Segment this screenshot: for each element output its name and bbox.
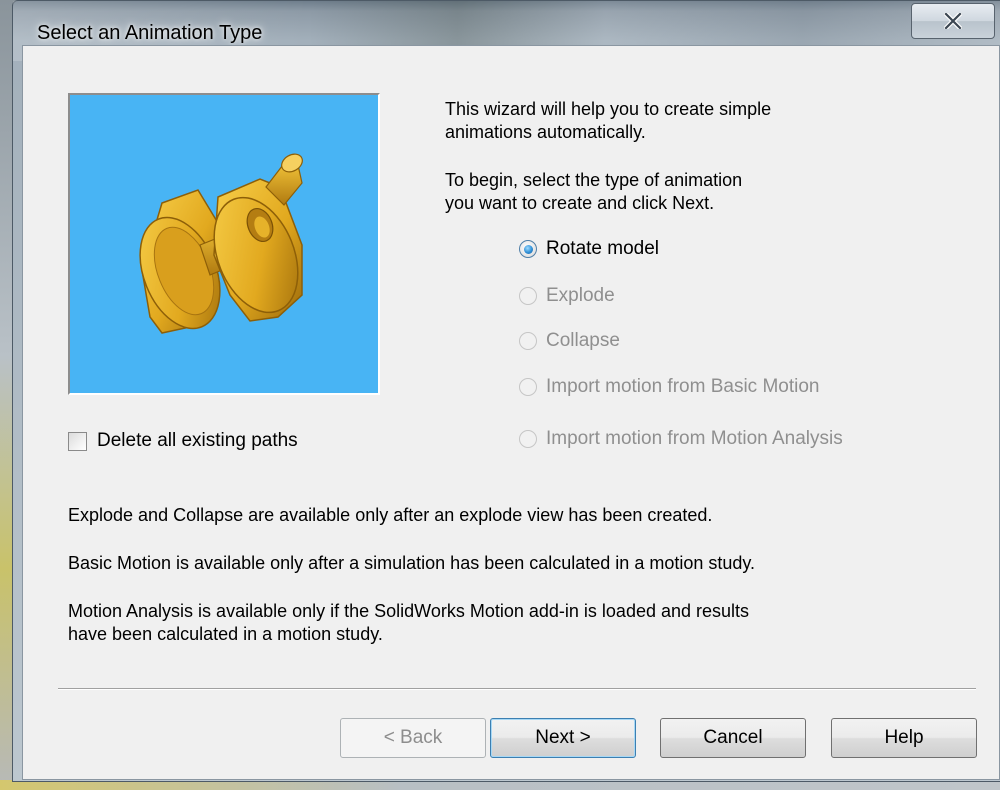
- instruction-text-line-2: you want to create and click Next.: [445, 193, 715, 213]
- delete-paths-label: Delete all existing paths: [97, 430, 298, 451]
- animation-preview: [68, 93, 380, 395]
- divider: [58, 688, 976, 690]
- note-motion-analysis-line-1: Motion Analysis is available only if the…: [68, 601, 750, 621]
- radio-import-motion-analysis[interactable]: Import motion from Motion Analysis: [519, 428, 843, 450]
- cancel-button[interactable]: Cancel: [660, 718, 806, 758]
- help-button[interactable]: Help: [831, 718, 977, 758]
- note-motion-analysis-line-2: have been calculated in a motion study.: [68, 624, 383, 644]
- note-basic-motion: Basic Motion is available only after a s…: [68, 553, 756, 573]
- back-button[interactable]: < Back: [340, 718, 486, 758]
- radio-rotate-model[interactable]: Rotate model: [519, 238, 659, 260]
- gear-part-model-icon: [139, 153, 303, 334]
- dialog-title: Select an Animation Type: [37, 22, 263, 44]
- radio-label: Rotate model: [546, 238, 660, 259]
- radio-button[interactable]: [519, 378, 537, 396]
- delete-paths-checkbox[interactable]: [68, 431, 87, 451]
- note-explode-collapse: Explode and Collapse are available only …: [68, 505, 713, 525]
- radio-button[interactable]: [519, 332, 537, 350]
- radio-button[interactable]: [519, 430, 537, 448]
- close-button[interactable]: [911, 3, 995, 39]
- next-button[interactable]: Next >: [490, 718, 636, 758]
- radio-import-basic-motion[interactable]: Import motion from Basic Motion: [519, 376, 819, 398]
- radio-label: Explode: [546, 285, 615, 306]
- close-icon: [944, 13, 962, 29]
- radio-collapse[interactable]: Collapse: [519, 330, 620, 352]
- intro-text-line-1: This wizard will help you to create simp…: [445, 99, 772, 119]
- instruction-text-line-1: To begin, select the type of animation: [445, 170, 743, 190]
- radio-button-selected[interactable]: [519, 240, 537, 258]
- radio-explode[interactable]: Explode: [519, 285, 615, 307]
- dialog-body: This wizard will help you to create simp…: [22, 45, 1000, 780]
- radio-label: Import motion from Basic Motion: [546, 376, 820, 397]
- radio-button[interactable]: [519, 287, 537, 305]
- intro-text-line-2: animations automatically.: [445, 122, 646, 142]
- radio-label: Import motion from Motion Analysis: [546, 428, 843, 449]
- radio-label: Collapse: [546, 330, 620, 351]
- delete-paths-option[interactable]: Delete all existing paths: [68, 430, 298, 452]
